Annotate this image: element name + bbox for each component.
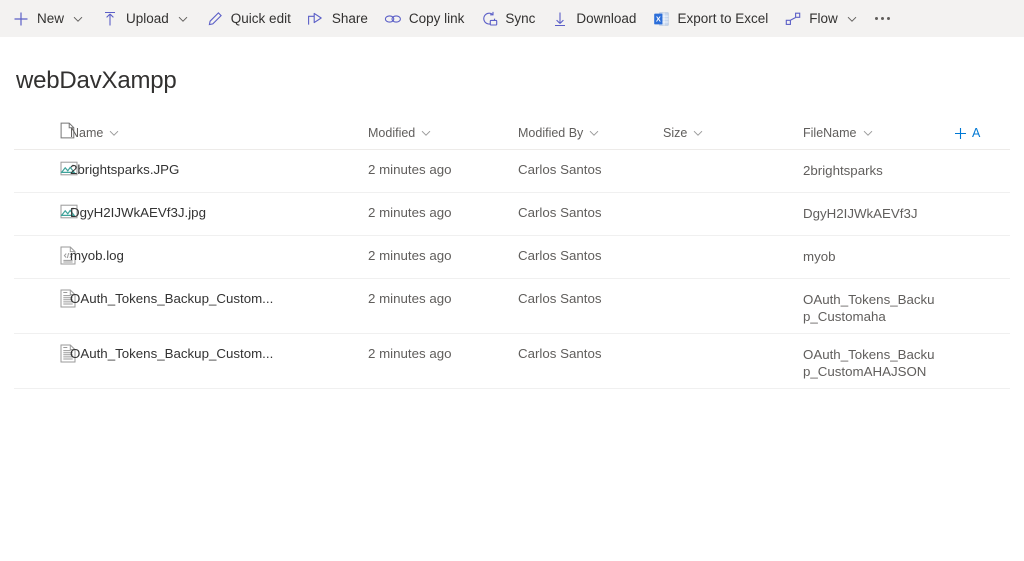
row-modified-by[interactable]: Carlos Santos: [518, 193, 663, 220]
table-row[interactable]: DgyH2IJWkAEVf3J.jpg 2 minutes ago Carlos…: [14, 193, 1010, 236]
ellipsis-icon: [881, 17, 884, 20]
new-label: New: [37, 12, 64, 26]
row-modified-by[interactable]: Carlos Santos: [518, 236, 663, 263]
row-filename: myob: [803, 236, 953, 265]
table-row[interactable]: 2brightsparks.JPG 2 minutes ago Carlos S…: [14, 150, 1010, 193]
row-modified: 2 minutes ago: [368, 279, 518, 306]
row-modified: 2 minutes ago: [368, 150, 518, 177]
row-icon-cell: [14, 236, 70, 270]
row-size: [663, 193, 803, 205]
row-icon-cell: [14, 193, 70, 225]
row-size: [663, 334, 803, 346]
row-name[interactable]: OAuth_Tokens_Backup_Custom...: [70, 334, 368, 361]
download-icon: [551, 10, 569, 28]
ellipsis-icon: [887, 17, 890, 20]
row-size: [663, 236, 803, 248]
quick-edit-button[interactable]: Quick edit: [198, 0, 299, 37]
row-modified-by[interactable]: Carlos Santos: [518, 150, 663, 177]
chevron-down-icon[interactable]: [420, 127, 432, 139]
pencil-icon: [206, 10, 224, 28]
chevron-down-icon[interactable]: [588, 127, 600, 139]
table-row[interactable]: OAuth_Tokens_Backup_Custom... 2 minutes …: [14, 279, 1010, 334]
upload-button[interactable]: Upload: [93, 0, 198, 37]
header-cell-modified-by[interactable]: Modified By: [518, 124, 663, 142]
row-filename: 2brightsparks: [803, 150, 953, 179]
header-cell-icon[interactable]: [14, 122, 70, 144]
file-list: Name Modified Modified By: [0, 117, 1024, 389]
header-filename-label: FileName: [803, 126, 857, 140]
chevron-down-icon[interactable]: [692, 127, 704, 139]
header-cell-modified[interactable]: Modified: [368, 124, 518, 142]
share-icon: [307, 10, 325, 28]
flow-button[interactable]: Flow: [776, 0, 867, 37]
row-icon-cell: [14, 150, 70, 182]
flow-icon: [784, 10, 802, 28]
page-title: webDavXampp: [0, 37, 1024, 95]
add-column-label: A: [972, 126, 980, 140]
row-icon-cell: [14, 279, 70, 313]
more-options-button[interactable]: [867, 0, 899, 37]
add-column-button[interactable]: A: [953, 126, 1010, 140]
list-header-row: Name Modified Modified By: [14, 117, 1010, 150]
row-icon-cell: [14, 334, 70, 368]
excel-icon: X: [652, 10, 670, 28]
quick-edit-label: Quick edit: [231, 12, 291, 26]
share-label: Share: [332, 12, 368, 26]
row-filename: DgyH2IJWkAEVf3J: [803, 193, 953, 222]
download-button[interactable]: Download: [543, 0, 644, 37]
copy-link-button[interactable]: Copy link: [376, 0, 473, 37]
chevron-down-icon[interactable]: [176, 12, 190, 26]
copy-link-label: Copy link: [409, 12, 465, 26]
row-name[interactable]: 2brightsparks.JPG: [70, 150, 368, 177]
sync-label: Sync: [505, 12, 535, 26]
row-name[interactable]: OAuth_Tokens_Backup_Custom...: [70, 279, 368, 306]
new-button[interactable]: New: [4, 0, 93, 37]
svg-text:X: X: [656, 14, 661, 23]
export-to-excel-button[interactable]: X Export to Excel: [644, 0, 776, 37]
table-row[interactable]: myob.log 2 minutes ago Carlos Santos myo…: [14, 236, 1010, 279]
row-name[interactable]: DgyH2IJWkAEVf3J.jpg: [70, 193, 368, 220]
chevron-down-icon[interactable]: [845, 12, 859, 26]
row-size: [663, 279, 803, 291]
ellipsis-icon: [875, 17, 878, 20]
sync-icon: [480, 10, 498, 28]
flow-label: Flow: [809, 12, 838, 26]
chevron-down-icon[interactable]: [71, 12, 85, 26]
row-modified-by[interactable]: Carlos Santos: [518, 279, 663, 306]
sync-button[interactable]: Sync: [472, 0, 543, 37]
command-bar: New Upload Quick edit Sha: [0, 0, 1024, 37]
share-button[interactable]: Share: [299, 0, 376, 37]
header-cell-size[interactable]: Size: [663, 124, 803, 142]
plus-icon: [953, 126, 967, 140]
export-to-excel-label: Export to Excel: [677, 12, 768, 26]
chevron-down-icon[interactable]: [108, 127, 120, 139]
row-name[interactable]: myob.log: [70, 236, 368, 263]
upload-arrow-icon: [101, 10, 119, 28]
chevron-down-icon[interactable]: [862, 127, 874, 139]
download-label: Download: [576, 12, 636, 26]
link-icon: [384, 10, 402, 28]
header-cell-filename[interactable]: FileName: [803, 124, 953, 142]
row-size: [663, 150, 803, 162]
upload-label: Upload: [126, 12, 169, 26]
table-row[interactable]: OAuth_Tokens_Backup_Custom... 2 minutes …: [14, 334, 1010, 389]
header-name-label: Name: [70, 126, 103, 140]
header-cell-name[interactable]: Name: [70, 124, 368, 142]
header-size-label: Size: [663, 126, 687, 140]
row-modified: 2 minutes ago: [368, 193, 518, 220]
row-filename: OAuth_Tokens_Backup_CustomAHAJSON: [803, 334, 953, 380]
row-filename: OAuth_Tokens_Backup_Customaha: [803, 279, 953, 325]
plus-icon: [12, 10, 30, 28]
row-modified: 2 minutes ago: [368, 334, 518, 361]
header-modified-label: Modified: [368, 126, 415, 140]
row-modified: 2 minutes ago: [368, 236, 518, 263]
row-modified-by[interactable]: Carlos Santos: [518, 334, 663, 361]
header-modified-by-label: Modified By: [518, 126, 583, 140]
